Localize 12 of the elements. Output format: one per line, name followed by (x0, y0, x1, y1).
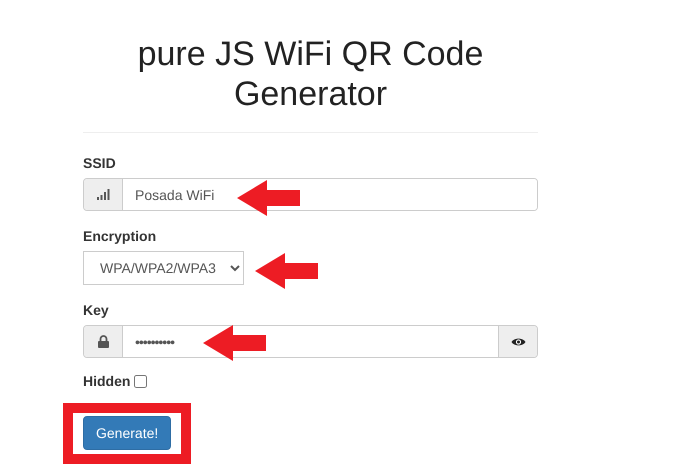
generate-button[interactable]: Generate! (83, 416, 172, 450)
eye-icon[interactable] (510, 336, 526, 346)
field-label: Key (83, 302, 110, 318)
lock-icon (98, 335, 108, 348)
hidden-checkbox[interactable] (134, 374, 148, 388)
field-label: Encryption (83, 228, 158, 244)
signal-icon (96, 189, 110, 200)
page-title: pure JS WiFi QR Code Generator (136, 34, 484, 114)
encryption-select[interactable]: WPA/WPA2/WPA3 (83, 251, 244, 285)
key-input-group[interactable]: •••••••••• (83, 325, 538, 358)
field-label: SSID (83, 155, 117, 171)
hidden-label: Hidden (83, 373, 130, 389)
